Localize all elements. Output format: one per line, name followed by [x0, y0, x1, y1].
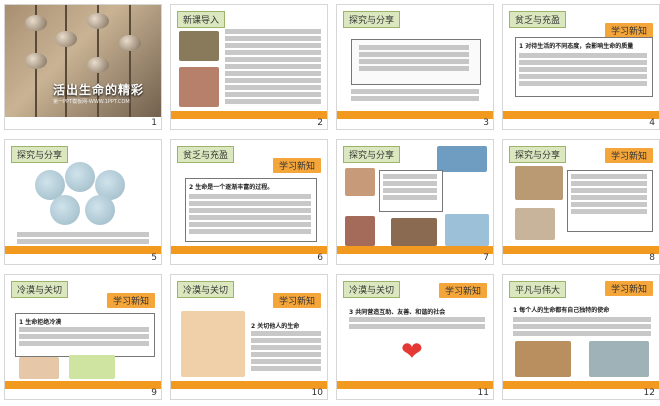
page-number: 5 [151, 253, 157, 263]
slide-thumbnail-11[interactable]: 冷漠与关切 学习新知 3 共同营造互助、友善、和谐的社会 ❤ 11 [336, 274, 494, 400]
page-number: 8 [649, 253, 655, 263]
learn-new-tag: 学习新知 [438, 283, 487, 298]
slide-thumbnail-7[interactable]: 探究与分享 7 [336, 139, 494, 265]
slide-heading: 2 生命是一个逐渐丰富的过程。 [189, 184, 274, 191]
slide-badge: 贫乏与充盈 [177, 146, 235, 163]
slide-badge: 探究与分享 [11, 146, 69, 163]
slide-badge: 探究与分享 [343, 146, 401, 163]
page-number: 4 [649, 118, 655, 128]
page-number: 7 [483, 253, 489, 263]
slide-thumbnail-12[interactable]: 平凡与伟大 学习新知 1 每个人的生命都有自己独特的使命 12 [502, 274, 660, 400]
learn-new-tag: 学习新知 [604, 23, 653, 38]
family-photo [179, 31, 219, 61]
slide-thumbnail-9[interactable]: 冷漠与关切 学习新知 1 生命拒绝冷漠 9 [4, 274, 162, 400]
slide-thumbnail-4[interactable]: 贫乏与充盈 学习新知 1 对待生活的不同态度，会影响生命的质量 4 [502, 4, 660, 130]
slide-badge: 冷漠与关切 [11, 281, 69, 298]
slide-thumbnail-10[interactable]: 冷漠与关切 学习新知 2 关切他人的生命 10 [170, 274, 328, 400]
slide-heading: 1 每个人的生命都有自己独特的使命 [513, 307, 610, 314]
slide-badge: 探究与分享 [343, 11, 401, 28]
learn-new-tag: 学习新知 [604, 281, 653, 296]
slide-heading: 1 对待生活的不同态度，会影响生命的质量 [519, 43, 634, 50]
heart-icon: ❤ [401, 337, 423, 367]
page-number: 10 [311, 388, 323, 398]
page-number: 6 [317, 253, 323, 263]
slide-thumbnail-5[interactable]: 探究与分享 5 [4, 139, 162, 265]
slide-heading: 1 生命拒绝冷漠 [19, 319, 62, 326]
body-text [225, 29, 321, 106]
page-number: 2 [317, 118, 323, 128]
slide-thumbnail-2[interactable]: 新课导入 2 [170, 4, 328, 130]
cover-subtitle: 第一PPT模板网-WWW.1PPT.COM [53, 99, 130, 105]
page-number: 12 [643, 388, 655, 398]
learn-new-tag: 学习新知 [604, 148, 653, 163]
learn-new-tag: 学习新知 [272, 158, 321, 173]
slide-badge: 冷漠与关切 [177, 281, 235, 298]
slide-heading: 3 共同营造互助、友善、和谐的社会 [349, 309, 446, 316]
group-photo [179, 67, 219, 107]
slide-badge: 探究与分享 [509, 146, 567, 163]
learn-new-tag: 学习新知 [106, 293, 155, 308]
cover-title: 活出生命的精彩 [53, 83, 145, 97]
slide-badge: 冷漠与关切 [343, 281, 401, 298]
page-number: 9 [151, 388, 157, 398]
page-number: 11 [477, 388, 489, 398]
slide-thumbnail-3[interactable]: 探究与分享 3 [336, 4, 494, 130]
slide-thumbnail-6[interactable]: 贫乏与充盈 学习新知 2 生命是一个逐渐丰富的过程。 6 [170, 139, 328, 265]
page-number: 3 [483, 118, 489, 128]
slide-badge: 平凡与伟大 [509, 281, 567, 298]
slide-thumbnail-8[interactable]: 探究与分享 学习新知 8 [502, 139, 660, 265]
learn-new-tag: 学习新知 [272, 293, 321, 308]
slide-badge: 贫乏与充盈 [509, 11, 567, 28]
cartoon-illustration [181, 311, 245, 377]
slide-thumbnail-1[interactable]: 活出生命的精彩 第一PPT模板网-WWW.1PPT.COM 1 [4, 4, 162, 130]
slide-badge: 新课导入 [177, 11, 226, 28]
slide-heading: 2 关切他人的生命 [251, 323, 300, 330]
page-number: 1 [151, 118, 157, 128]
